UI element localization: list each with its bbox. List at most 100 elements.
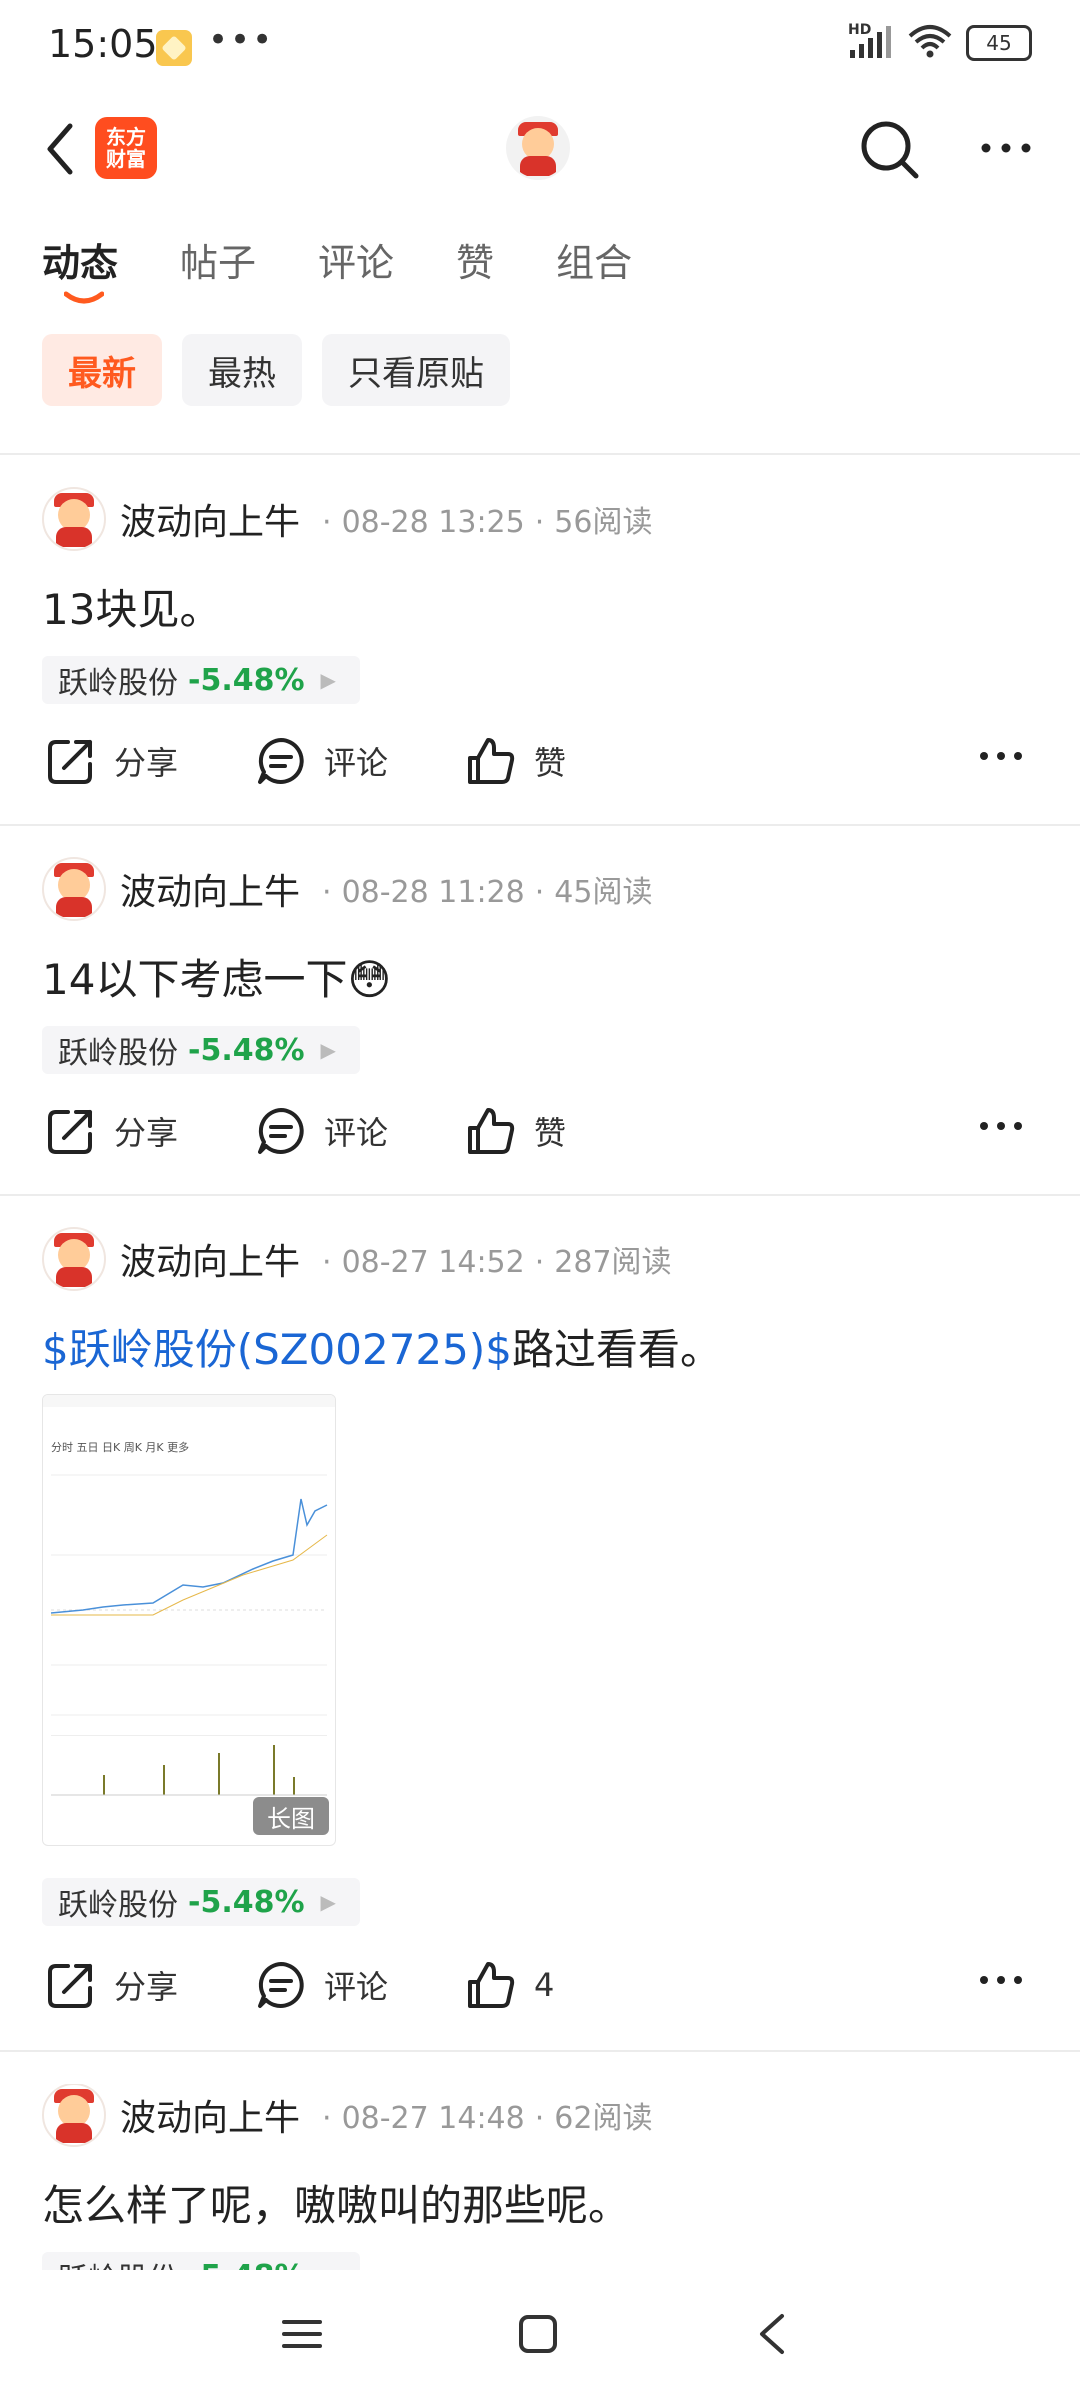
post-header: 波动向上牛 · 08-27 14:48 · 62阅读 <box>42 2084 653 2147</box>
avatar[interactable] <box>42 2084 106 2147</box>
comment-label: 评论 <box>324 744 389 782</box>
stock-change: -5.48% <box>188 1032 305 1068</box>
post-meta: · 08-28 13:25 · 56阅读 <box>322 505 653 540</box>
post-text[interactable]: 14以下考虑一下😳 <box>42 946 391 1007</box>
share-label: 分享 <box>114 1114 179 1152</box>
post-meta: · 08-27 14:52 · 287阅读 <box>322 1245 672 1280</box>
share-icon <box>48 1110 92 1154</box>
comment-icon <box>258 1962 304 2008</box>
triangle-right-icon: ▶ <box>320 1038 336 1062</box>
active-tab-indicator <box>64 291 104 304</box>
menu-icon[interactable] <box>282 2314 322 2354</box>
tab-likes[interactable]: 赞 <box>456 232 494 287</box>
avatar[interactable] <box>42 857 106 921</box>
eastmoney-logo[interactable]: 东方 财富 <box>95 117 157 179</box>
stock-name: 跃岭股份 <box>58 1036 178 1071</box>
search-button[interactable] <box>858 118 922 182</box>
stock-change: -5.48% <box>188 2259 305 2271</box>
triangle-right-icon: ▶ <box>320 1890 336 1914</box>
username[interactable]: 波动向上牛 <box>120 1233 300 1285</box>
more-horizontal-icon <box>980 752 1022 760</box>
notification-app-icon <box>156 30 192 66</box>
stock-change: -5.48% <box>188 1884 305 1920</box>
filter-latest[interactable]: 最新 <box>42 334 162 406</box>
post-more-button[interactable] <box>978 1116 1042 1136</box>
more-horizontal-icon <box>980 1122 1022 1130</box>
username[interactable]: 波动向上牛 <box>120 493 300 545</box>
share-icon <box>48 1964 92 2008</box>
username[interactable]: 波动向上牛 <box>120 863 300 915</box>
more-horizontal-icon <box>981 143 1031 153</box>
comment-button[interactable]: 评论 <box>256 1106 388 1156</box>
post-header: 波动向上牛 · 08-27 14:52 · 287阅读 <box>42 1227 672 1291</box>
comment-label: 评论 <box>324 1968 389 2006</box>
read-count: 287阅读 <box>554 1245 672 1280</box>
username[interactable]: 波动向上牛 <box>120 2089 300 2141</box>
tab-activity[interactable]: 动态 <box>42 232 118 287</box>
stock-link[interactable]: $跃岭股份(SZ002725)$ <box>42 1325 512 1374</box>
post-text[interactable]: 怎么样了呢，嗷嗷叫的那些呢。 <box>42 2172 630 2233</box>
chevron-left-icon <box>47 123 73 175</box>
read-count: 62阅读 <box>554 2101 653 2136</box>
logo-text-bottom: 财富 <box>106 147 146 171</box>
post-actions: 分享 评论 赞 <box>42 736 1042 796</box>
share-button[interactable]: 分享 <box>46 736 178 786</box>
logo-text-top: 东方 <box>106 125 146 149</box>
home-icon[interactable] <box>518 2314 558 2354</box>
more-notifications-icon: ••• <box>208 20 275 60</box>
avatar[interactable] <box>42 487 106 551</box>
stock-tag[interactable]: 跃岭股份 -5.48% ▶ <box>42 1026 360 1074</box>
stock-tag[interactable]: 跃岭股份 -5.48% ▶ <box>42 656 360 704</box>
long-image-badge: 长图 <box>253 1797 329 1835</box>
search-icon <box>861 121 919 179</box>
post-date: 08-28 13:25 <box>341 505 525 540</box>
back-button[interactable] <box>40 118 84 180</box>
thumbs-up-icon <box>468 1962 515 2008</box>
post-text-rest: 路过看看。 <box>511 1325 722 1374</box>
stock-name: 跃岭股份 <box>58 1888 178 1923</box>
post-date: 08-27 14:48 <box>341 2101 525 2136</box>
like-label: 赞 <box>534 744 567 782</box>
post-more-button[interactable] <box>978 1970 1042 1990</box>
user-avatar[interactable] <box>506 116 570 180</box>
avatar[interactable] <box>42 1227 106 1291</box>
back-nav-icon[interactable] <box>756 2312 788 2356</box>
status-bar: 15:05 ••• HD 45 <box>0 0 1080 92</box>
tab-portfolios[interactable]: 组合 <box>556 232 632 287</box>
wifi-icon <box>908 24 952 62</box>
divider <box>0 453 1080 455</box>
status-time: 15:05 <box>48 22 158 66</box>
share-icon <box>48 740 92 784</box>
stock-chart-graphic <box>43 1465 335 1805</box>
divider <box>0 2050 1080 2052</box>
share-button[interactable]: 分享 <box>46 1106 178 1156</box>
like-button[interactable]: 赞 <box>466 1106 566 1156</box>
system-navigation-bar <box>0 2270 1080 2400</box>
post-text[interactable]: $跃岭股份(SZ002725)$路过看看。 <box>42 1316 722 1377</box>
thumbs-up-icon <box>468 738 515 784</box>
like-button[interactable]: 赞 <box>466 736 566 786</box>
filter-original-only[interactable]: 只看原贴 <box>322 334 510 406</box>
post-item[interactable]: 波动向上牛 ·08-27 14:48·62阅读 怎么样了呢，嗷嗷叫的那些呢。 跃… <box>0 2084 1080 2270</box>
stock-name: 跃岭股份 <box>58 2254 178 2270</box>
avatar-figure <box>508 118 568 178</box>
more-options-button[interactable] <box>976 118 1036 178</box>
share-button[interactable]: 分享 <box>46 1960 178 2010</box>
stock-tag[interactable]: 跃岭股份 -5.48% ▶ <box>42 2252 360 2270</box>
comment-button[interactable]: 评论 <box>256 736 388 786</box>
thumbs-up-icon <box>468 1108 515 1154</box>
stock-tag[interactable]: 跃岭股份 -5.48% ▶ <box>42 1878 360 1926</box>
post-date: 08-28 11:28 <box>341 875 525 910</box>
post-actions: 分享 评论 4 <box>42 1960 1042 2020</box>
comment-button[interactable]: 评论 <box>256 1960 388 2010</box>
divider <box>0 824 1080 826</box>
tab-posts[interactable]: 帖子 <box>180 232 256 287</box>
like-button[interactable]: 4 <box>466 1960 554 2010</box>
post-image-stock-chart[interactable]: 分时 五日 日K 周K 月K 更多 长图 <box>42 1394 336 1846</box>
post-actions: 分享 评论 赞 <box>42 1106 1042 1166</box>
tab-comments[interactable]: 评论 <box>318 232 394 287</box>
post-text[interactable]: 13块见。 <box>42 576 221 637</box>
post-more-button[interactable] <box>978 746 1042 766</box>
comment-icon <box>258 738 304 784</box>
filter-hottest[interactable]: 最热 <box>182 334 302 406</box>
